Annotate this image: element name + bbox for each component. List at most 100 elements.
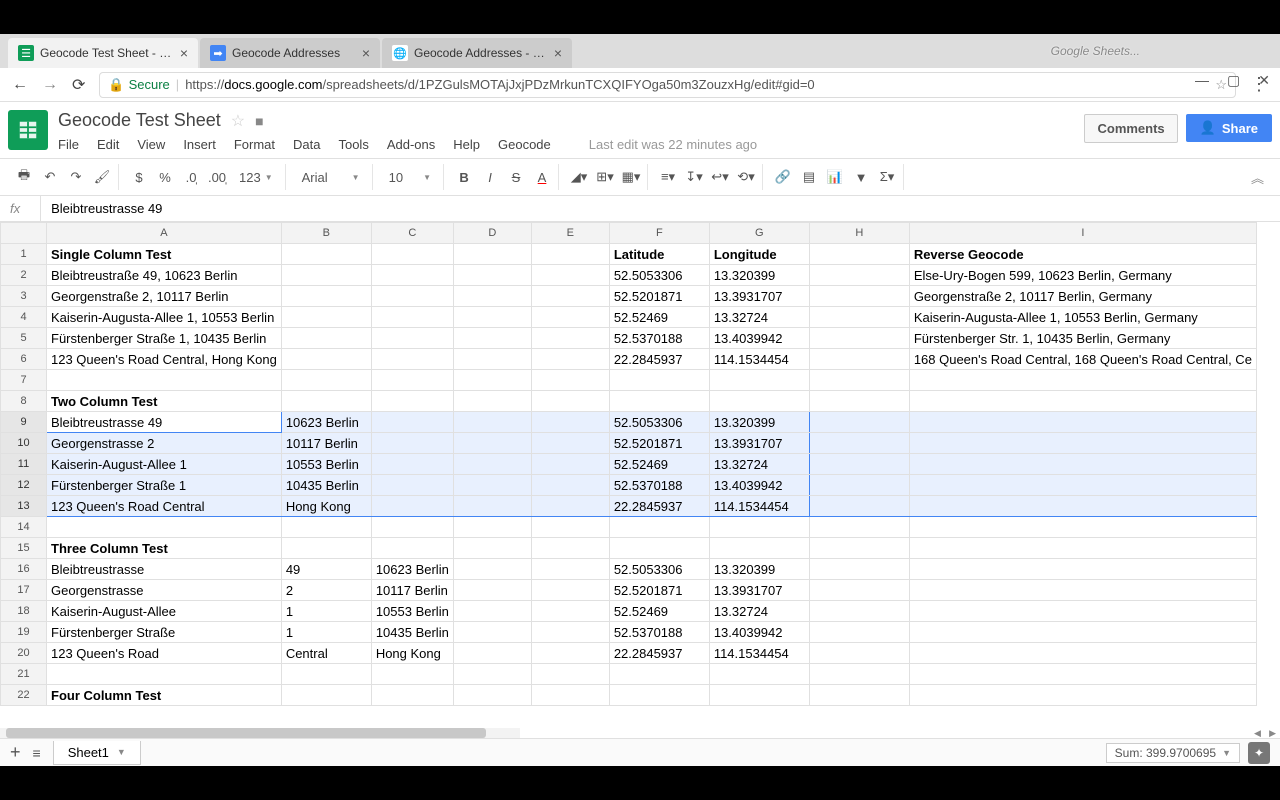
cell-E21[interactable] [531, 664, 609, 685]
cell-I8[interactable] [909, 391, 1256, 412]
cell-B3[interactable] [281, 286, 371, 307]
cell-E2[interactable] [531, 265, 609, 286]
text-wrap-icon[interactable]: ↩▾ [710, 169, 730, 185]
cell-F5[interactable]: 52.5370188 [609, 328, 709, 349]
cell-B8[interactable] [281, 391, 371, 412]
expand-toolbar-icon[interactable]: ︽ [1251, 168, 1272, 187]
cell-A8[interactable]: Two Column Test [47, 391, 282, 412]
cell-F20[interactable]: 22.2845937 [609, 643, 709, 664]
cell-G3[interactable]: 13.3931707 [709, 286, 809, 307]
cell-H7[interactable] [809, 370, 909, 391]
borders-icon[interactable]: ⊞▾ [595, 169, 615, 185]
horizontal-scrollbar[interactable] [0, 728, 520, 738]
cell-E22[interactable] [531, 685, 609, 706]
cell-A18[interactable]: Kaiserin-August-Allee [47, 601, 282, 622]
bold-icon[interactable]: B [454, 170, 474, 185]
row-header[interactable]: 4 [1, 307, 47, 328]
cell-D20[interactable] [453, 643, 531, 664]
cell-D12[interactable] [453, 475, 531, 496]
cell-F16[interactable]: 52.5053306 [609, 559, 709, 580]
cell-F9[interactable]: 52.5053306 [609, 412, 709, 433]
menu-edit[interactable]: Edit [97, 137, 119, 152]
cell-A15[interactable]: Three Column Test [47, 538, 282, 559]
cell-B4[interactable] [281, 307, 371, 328]
cell-E10[interactable] [531, 433, 609, 454]
browser-tab[interactable]: ☰Geocode Test Sheet - Go× [8, 38, 198, 68]
decimal-increase-icon[interactable]: .00̩ [207, 170, 227, 185]
cell-B20[interactable]: Central [281, 643, 371, 664]
share-button[interactable]: 👤 Share [1186, 114, 1272, 142]
cell-I13[interactable] [909, 496, 1256, 517]
row-header[interactable]: 9 [1, 412, 47, 433]
cell-D8[interactable] [453, 391, 531, 412]
redo-icon[interactable]: ↷ [66, 169, 86, 185]
cell-F7[interactable] [609, 370, 709, 391]
tab-close-icon[interactable]: × [554, 45, 562, 61]
cell-I5[interactable]: Fürstenberger Str. 1, 10435 Berlin, Germ… [909, 328, 1256, 349]
cell-C1[interactable] [371, 244, 453, 265]
cell-H20[interactable] [809, 643, 909, 664]
cell-A6[interactable]: 123 Queen's Road Central, Hong Kong [47, 349, 282, 370]
cell-G19[interactable]: 13.4039942 [709, 622, 809, 643]
merge-cells-icon[interactable]: ▦▾ [621, 169, 641, 185]
cell-E8[interactable] [531, 391, 609, 412]
sheet-tab[interactable]: Sheet1 ▼ [53, 741, 141, 765]
cell-D3[interactable] [453, 286, 531, 307]
row-header[interactable]: 10 [1, 433, 47, 454]
undo-icon[interactable]: ↶ [40, 169, 60, 185]
cell-H14[interactable] [809, 517, 909, 538]
cell-I11[interactable] [909, 454, 1256, 475]
row-header[interactable]: 3 [1, 286, 47, 307]
cell-C21[interactable] [371, 664, 453, 685]
cell-H11[interactable] [809, 454, 909, 475]
col-header-I[interactable]: I [909, 223, 1256, 244]
cell-H3[interactable] [809, 286, 909, 307]
browser-tab[interactable]: 🌐Geocode Addresses - Edi× [382, 38, 572, 68]
cell-I4[interactable]: Kaiserin-Augusta-Allee 1, 10553 Berlin, … [909, 307, 1256, 328]
cell-D21[interactable] [453, 664, 531, 685]
cell-G11[interactable]: 13.32724 [709, 454, 809, 475]
cell-B14[interactable] [281, 517, 371, 538]
cell-I7[interactable] [909, 370, 1256, 391]
font-family-select[interactable]: Arial▼ [296, 168, 366, 187]
cell-E18[interactable] [531, 601, 609, 622]
cell-C20[interactable]: Hong Kong [371, 643, 453, 664]
move-folder-icon[interactable]: ■ [255, 113, 263, 129]
currency-icon[interactable]: $ [129, 170, 149, 185]
cell-H2[interactable] [809, 265, 909, 286]
cell-H10[interactable] [809, 433, 909, 454]
cell-G22[interactable] [709, 685, 809, 706]
cell-E5[interactable] [531, 328, 609, 349]
cell-B9[interactable]: 10623 Berlin [281, 412, 371, 433]
cell-A9[interactable]: Bleibtreustrasse 49 [47, 412, 282, 433]
cell-I17[interactable] [909, 580, 1256, 601]
menu-format[interactable]: Format [234, 137, 275, 152]
cell-D16[interactable] [453, 559, 531, 580]
row-header[interactable]: 5 [1, 328, 47, 349]
chart-icon[interactable]: 📊 [825, 169, 845, 185]
fx-icon[interactable]: fx [10, 196, 41, 221]
cell-C17[interactable]: 10117 Berlin [371, 580, 453, 601]
cell-E7[interactable] [531, 370, 609, 391]
cell-B16[interactable]: 49 [281, 559, 371, 580]
menu-geocode[interactable]: Geocode [498, 137, 551, 152]
cell-I6[interactable]: 168 Queen's Road Central, 168 Queen's Ro… [909, 349, 1256, 370]
cell-I16[interactable] [909, 559, 1256, 580]
cell-E11[interactable] [531, 454, 609, 475]
cell-I1[interactable]: Reverse Geocode [909, 244, 1256, 265]
cell-C5[interactable] [371, 328, 453, 349]
cell-C11[interactable] [371, 454, 453, 475]
cell-C6[interactable] [371, 349, 453, 370]
horizontal-scroll-arrows[interactable]: ◀▶ [1250, 728, 1280, 738]
cell-G10[interactable]: 13.3931707 [709, 433, 809, 454]
cell-E3[interactable] [531, 286, 609, 307]
cell-H4[interactable] [809, 307, 909, 328]
cell-C22[interactable] [371, 685, 453, 706]
cell-F6[interactable]: 22.2845937 [609, 349, 709, 370]
cell-B22[interactable] [281, 685, 371, 706]
cell-D11[interactable] [453, 454, 531, 475]
cell-E1[interactable] [531, 244, 609, 265]
cell-C14[interactable] [371, 517, 453, 538]
cell-D15[interactable] [453, 538, 531, 559]
cell-C8[interactable] [371, 391, 453, 412]
